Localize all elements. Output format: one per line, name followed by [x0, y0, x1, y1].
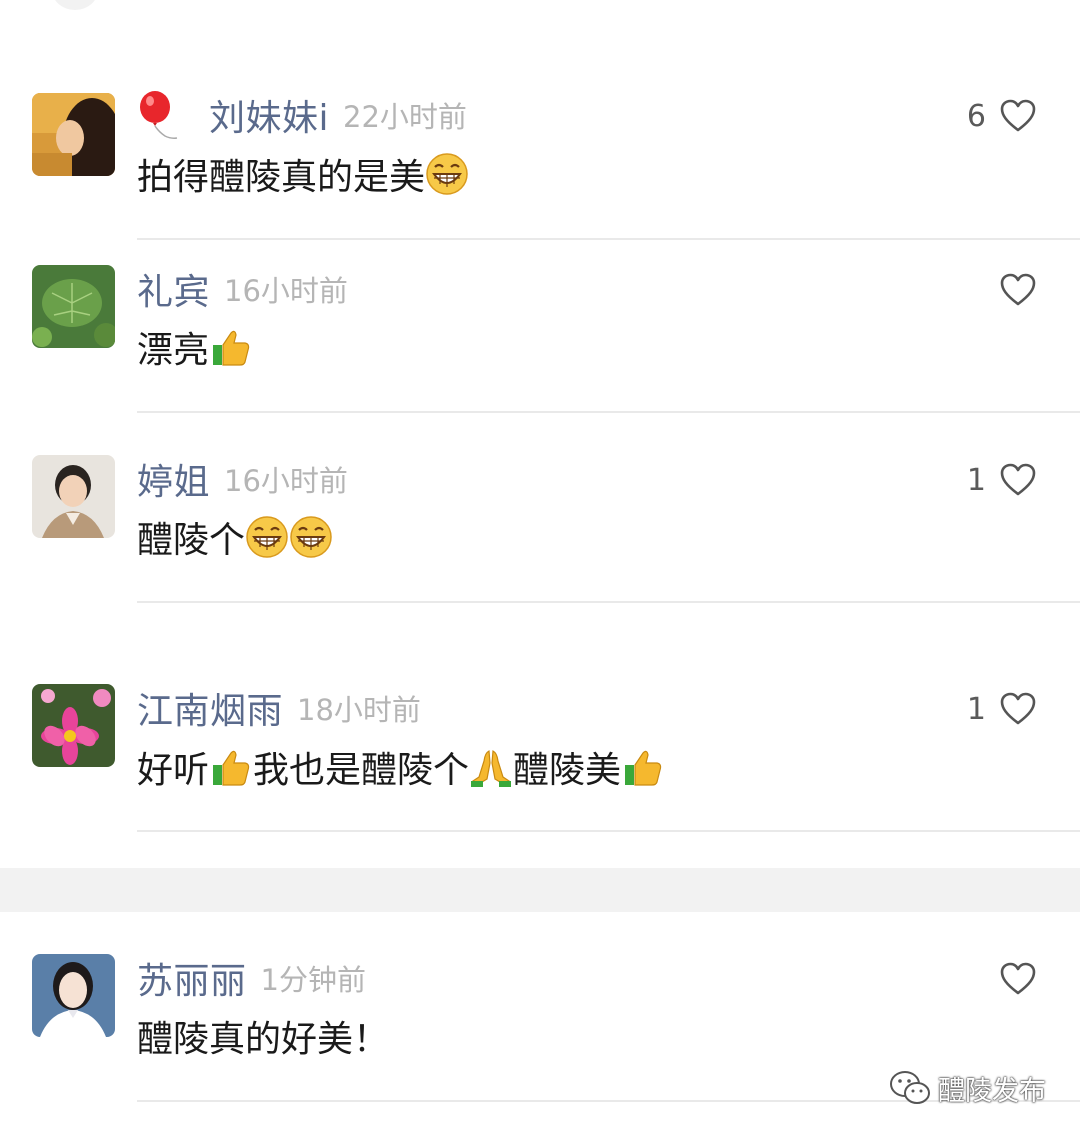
comment-text-segment: 拍得醴陵真的是美: [137, 157, 426, 198]
previous-comment-avatar-edge: [52, 0, 98, 10]
balloon-icon: [140, 91, 178, 139]
avatar[interactable]: [32, 954, 115, 1037]
divider: [137, 411, 1080, 413]
like-count: 1: [966, 691, 986, 727]
like-button[interactable]: 1: [967, 455, 1036, 505]
heart-icon[interactable]: [1000, 99, 1036, 133]
watermark-text: 醴陵发布: [938, 1075, 1046, 1107]
heart-icon[interactable]: [1000, 273, 1036, 307]
comment-header: 婷姐 16小时前: [137, 454, 348, 504]
heart-icon[interactable]: [1000, 962, 1036, 996]
comment-text-segment: 漂亮: [137, 330, 210, 371]
username[interactable]: 礼宾: [137, 263, 210, 315]
grin-emoji: [289, 515, 333, 559]
comment-text-segment: 好听: [137, 750, 210, 791]
username[interactable]: 江南烟雨: [137, 682, 283, 734]
thumbs-up-emoji: [209, 745, 253, 789]
divider: [137, 601, 1080, 603]
comment-text: 漂亮: [137, 321, 253, 373]
like-button[interactable]: 6: [967, 91, 1036, 141]
grin-emoji: [245, 515, 289, 559]
pray-emoji: [469, 745, 513, 789]
like-button[interactable]: 1: [967, 684, 1036, 734]
timestamp: 16小时前: [224, 274, 348, 308]
comment-header: 刘妹妹i 22小时前: [137, 90, 467, 140]
comment-header: 苏丽丽 1分钟前: [137, 953, 366, 1003]
comment-text-segment: 醴陵个: [137, 520, 246, 561]
comment-text-segment: 我也是醴陵个: [253, 750, 470, 791]
wechat-icon: [890, 1071, 930, 1104]
username[interactable]: 苏丽丽: [137, 952, 247, 1004]
avatar[interactable]: [32, 684, 115, 767]
like-count: 6: [966, 98, 986, 134]
comment-text: 醴陵个: [137, 511, 333, 563]
like-button[interactable]: [986, 265, 1036, 315]
username[interactable]: 刘妹妹i: [209, 89, 329, 141]
comment-header: 礼宾 16小时前: [137, 264, 348, 314]
thumbs-up-emoji: [209, 325, 253, 369]
section-separator: [0, 868, 1080, 912]
timestamp: 22小时前: [343, 100, 467, 134]
like-count: 1: [966, 462, 986, 498]
username[interactable]: 婷姐: [137, 453, 210, 505]
comment-header: 江南烟雨 18小时前: [137, 683, 421, 733]
comment-text-segment: 醴陵真的好美！: [137, 1019, 390, 1060]
comment-text: 醴陵真的好美！: [137, 1010, 389, 1062]
avatar[interactable]: [32, 93, 115, 176]
watermark: 醴陵发布: [888, 1066, 1046, 1110]
divider: [137, 238, 1080, 240]
comment-text: 好听 我也是醴陵个 醴陵美: [137, 741, 665, 793]
timestamp: 18小时前: [297, 693, 421, 727]
heart-icon[interactable]: [1000, 692, 1036, 726]
comment-text: 拍得醴陵真的是美: [137, 148, 469, 200]
avatar[interactable]: [32, 265, 115, 348]
like-button[interactable]: [986, 954, 1036, 1004]
divider: [137, 830, 1080, 832]
timestamp: 1分钟前: [260, 963, 366, 997]
comment-text-segment: 醴陵美: [513, 750, 622, 791]
thumbs-up-emoji: [621, 745, 665, 789]
heart-icon[interactable]: [1000, 463, 1036, 497]
avatar[interactable]: [32, 455, 115, 538]
timestamp: 16小时前: [224, 464, 348, 498]
grin-emoji: [425, 152, 469, 196]
